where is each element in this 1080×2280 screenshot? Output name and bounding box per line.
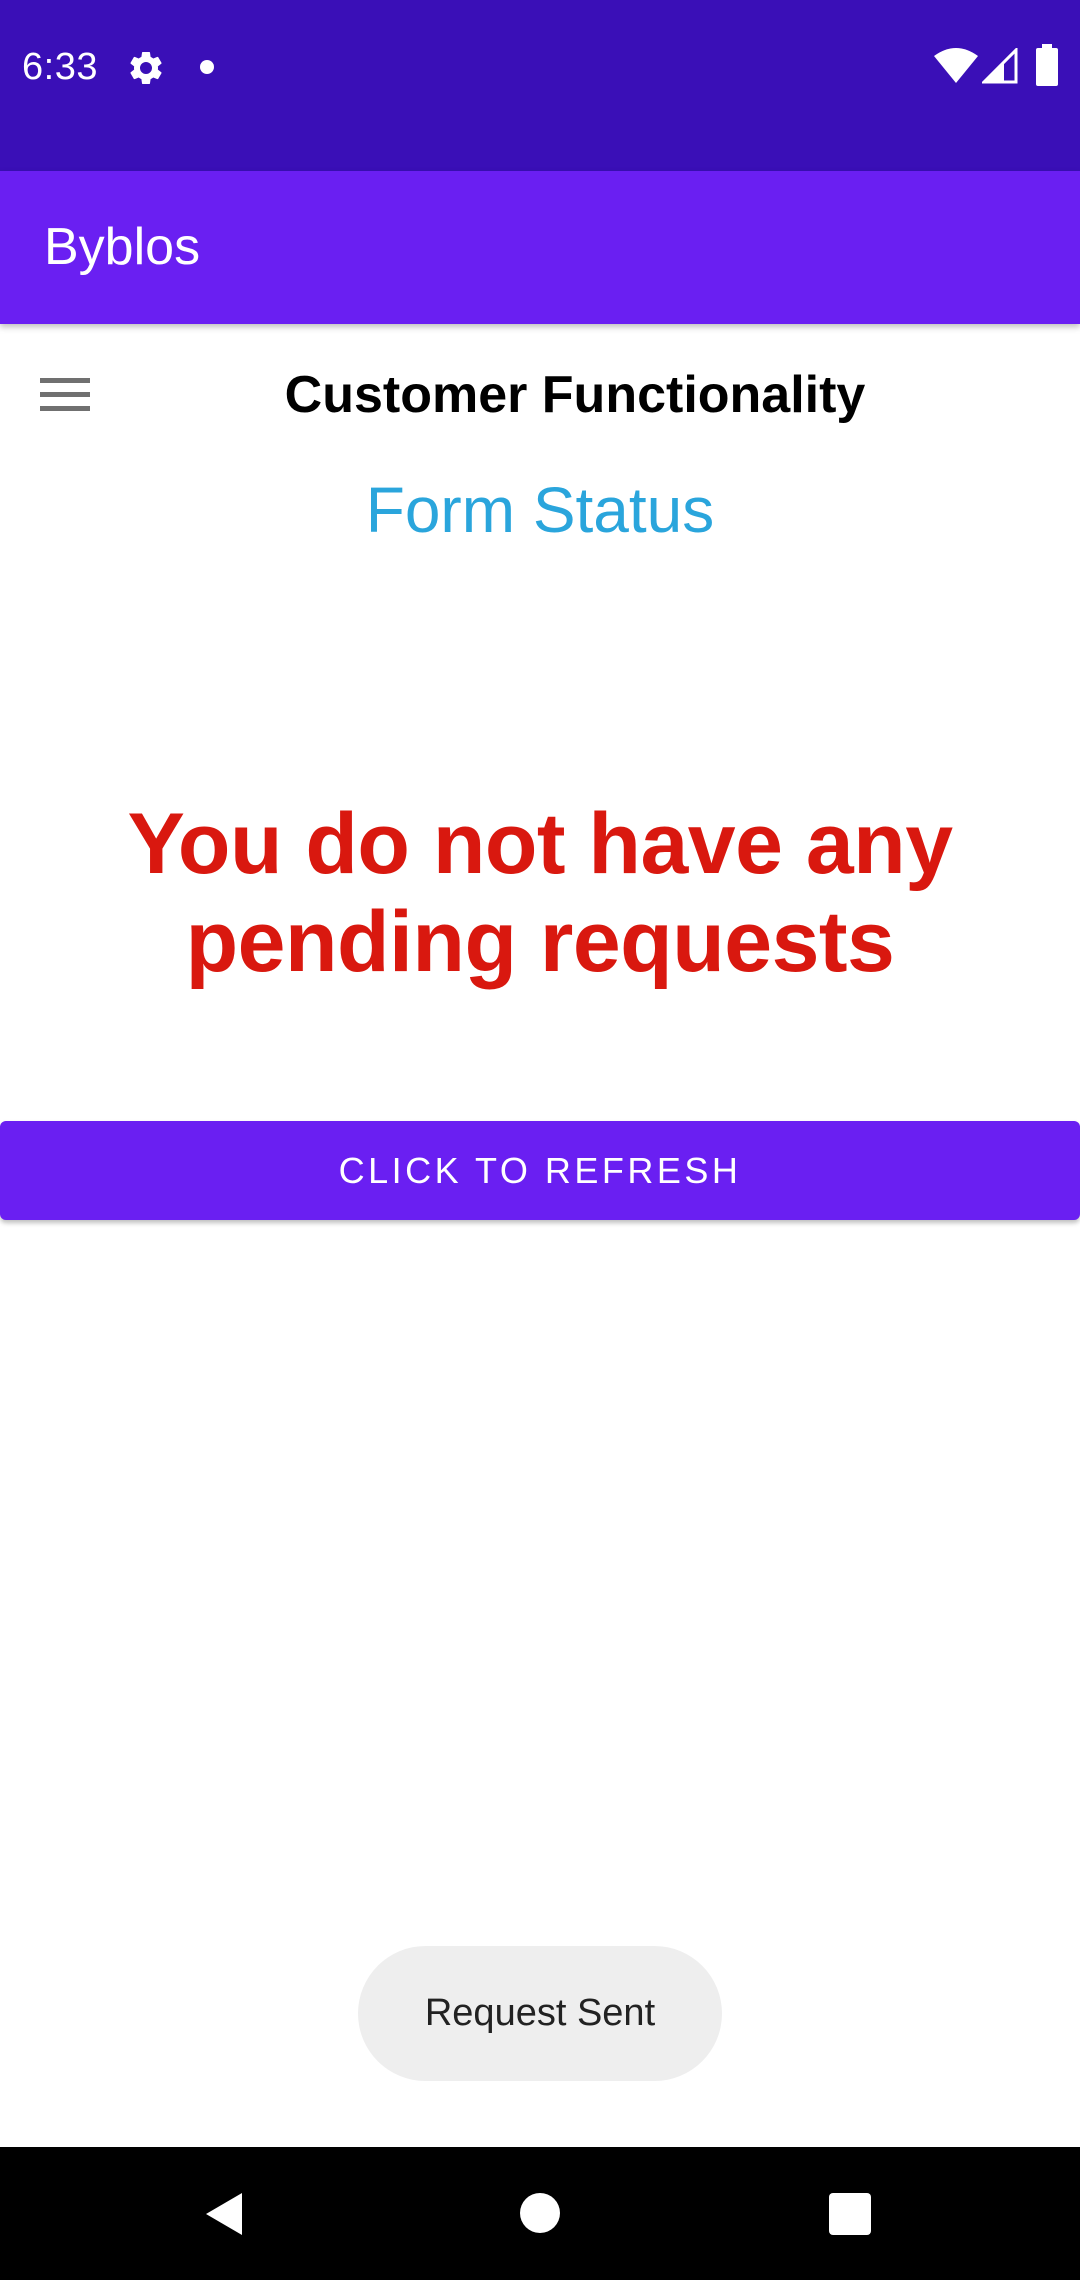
- recents-icon[interactable]: [829, 2193, 871, 2235]
- page-title: Customer Functionality: [284, 366, 866, 424]
- gear-icon: [130, 51, 162, 84]
- home-icon[interactable]: [520, 2193, 560, 2233]
- status-bar: 6:33: [0, 0, 1080, 171]
- wifi-icon: [934, 48, 978, 83]
- app-title: Byblos: [44, 218, 201, 276]
- refresh-button[interactable]: CLICK TO REFRESH: [0, 1121, 1080, 1220]
- app-bar: Byblos: [0, 171, 1080, 324]
- back-icon[interactable]: [202, 2191, 248, 2237]
- toast-message: Request Sent: [358, 1946, 722, 2081]
- form-status-heading: Form Status: [365, 474, 715, 546]
- signal-icon: [982, 48, 1018, 84]
- navigation-bar: [0, 2147, 1080, 2280]
- status-time: 6:33: [22, 46, 98, 88]
- battery-icon: [1036, 44, 1058, 86]
- empty-requests-message: You do not have any pending requests: [127, 796, 953, 990]
- notification-dot-icon: [200, 60, 214, 74]
